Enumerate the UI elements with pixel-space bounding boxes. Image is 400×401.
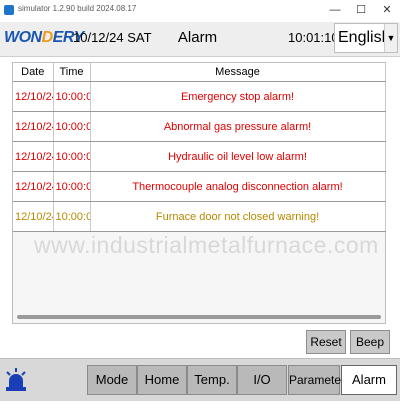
table-header-row: Date Time Message bbox=[13, 63, 386, 82]
chevron-down-icon[interactable]: ▼ bbox=[384, 24, 397, 52]
horizontal-scrollbar[interactable] bbox=[17, 315, 381, 319]
row-date: 12/10/24 bbox=[13, 171, 54, 202]
nav-parameters-button[interactable]: Parameters bbox=[288, 365, 351, 395]
footer-nav-bar: Mode Home Temp. I/O Parameters Alarm bbox=[0, 358, 400, 401]
row-date: 12/10/24 bbox=[13, 111, 54, 142]
watermark-text: www.industrialmetalfurnace.com bbox=[34, 232, 379, 258]
minimize-button[interactable]: — bbox=[326, 2, 344, 18]
table-row[interactable]: 12/10/24 10:00:04 Furnace door not close… bbox=[13, 201, 386, 232]
nav-io-button[interactable]: I/O bbox=[237, 365, 287, 395]
header-date: 10/12/24 SAT bbox=[73, 30, 152, 45]
language-select[interactable]: English ▼ bbox=[334, 23, 398, 53]
alarm-list-panel: Date Time Message 12/10/24 10:00:04 Emer… bbox=[12, 62, 386, 324]
nav-alarm-button[interactable]: Alarm bbox=[341, 365, 397, 395]
row-message: Emergency stop alarm! bbox=[90, 81, 386, 112]
beep-button[interactable]: Beep bbox=[350, 330, 390, 354]
maximize-button[interactable]: ☐ bbox=[352, 2, 370, 18]
row-message: Hydraulic oil level low alarm! bbox=[90, 141, 386, 172]
column-header-message[interactable]: Message bbox=[90, 63, 386, 82]
row-message: Furnace door not closed warning! bbox=[90, 201, 386, 232]
row-message: Abnormal gas pressure alarm! bbox=[90, 111, 386, 142]
row-date: 12/10/24 bbox=[13, 141, 54, 172]
app-icon bbox=[4, 5, 14, 15]
row-time: 10:00:04 bbox=[53, 171, 91, 202]
table-row[interactable]: 12/10/24 10:00:04 Abnormal gas pressure … bbox=[13, 111, 386, 142]
table-row[interactable]: 12/10/24 10:00:04 Emergency stop alarm! bbox=[13, 81, 386, 112]
brand-logo: WONDERY bbox=[4, 29, 84, 46]
row-date: 12/10/24 bbox=[13, 81, 54, 112]
table-row[interactable]: 12/10/24 10:00:04 Hydraulic oil level lo… bbox=[13, 141, 386, 172]
column-header-date[interactable]: Date bbox=[13, 63, 54, 82]
language-value: English bbox=[338, 29, 391, 46]
row-time: 10:00:04 bbox=[53, 141, 91, 172]
window-title: simulator 1.2.90 build 2024.08.17 bbox=[18, 4, 137, 13]
header-clock: 10:01:10 bbox=[288, 30, 339, 45]
nav-home-button[interactable]: Home bbox=[137, 365, 187, 395]
alarm-table: Date Time Message 12/10/24 10:00:04 Emer… bbox=[13, 63, 386, 232]
row-date: 12/10/24 bbox=[13, 201, 54, 232]
siren-icon[interactable] bbox=[3, 367, 29, 393]
column-header-time[interactable]: Time bbox=[53, 63, 91, 82]
row-time: 10:00:04 bbox=[53, 111, 91, 142]
reset-button[interactable]: Reset bbox=[306, 330, 346, 354]
nav-mode-button[interactable]: Mode bbox=[87, 365, 137, 395]
row-time: 10:00:04 bbox=[53, 201, 91, 232]
row-message: Thermocouple analog disconnection alarm! bbox=[90, 171, 386, 202]
row-time: 10:00:04 bbox=[53, 81, 91, 112]
close-button[interactable]: ✕ bbox=[378, 2, 396, 18]
page-title: Alarm bbox=[177, 29, 218, 46]
nav-temp-button[interactable]: Temp. bbox=[187, 365, 237, 395]
table-row[interactable]: 12/10/24 10:00:04 Thermocouple analog di… bbox=[13, 171, 386, 202]
window-titlebar: simulator 1.2.90 build 2024.08.17 — ☐ ✕ bbox=[0, 0, 400, 23]
